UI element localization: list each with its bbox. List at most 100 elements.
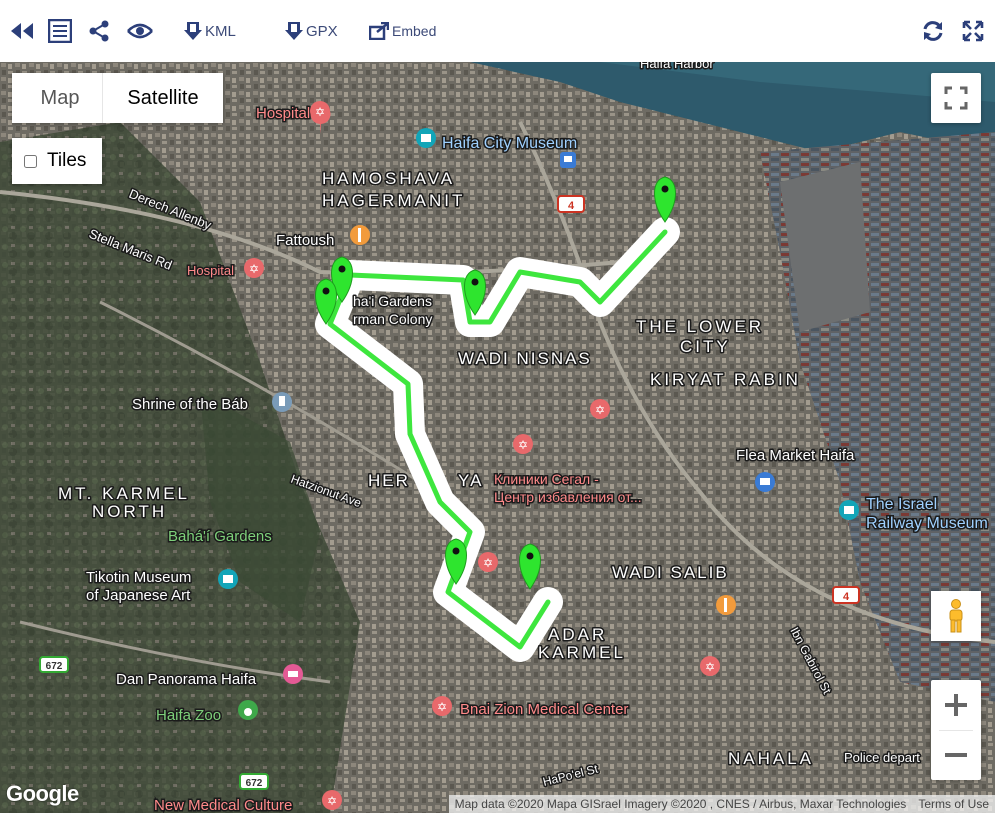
label-police: Police depart xyxy=(844,750,920,765)
label-city: CITY xyxy=(680,337,731,356)
refresh-button[interactable] xyxy=(922,14,944,48)
label-fattoush: Fattoush xyxy=(276,232,334,249)
toolbar: KML GPX Embed xyxy=(0,0,995,62)
svg-text:✡: ✡ xyxy=(705,660,715,674)
hospital-icon: ✡ xyxy=(432,696,452,716)
label-city-museum: Haifa City Museum xyxy=(442,135,577,152)
label-shrine: Shrine of the Báb xyxy=(132,396,248,413)
label-mt-karmel: MT. KARMEL xyxy=(58,484,190,503)
label-kiryat-rabin: KIRYAT RABIN xyxy=(650,370,801,389)
svg-text:672: 672 xyxy=(46,661,63,672)
pegman-icon xyxy=(949,599,963,633)
zoom-control xyxy=(931,680,981,780)
hospital-icon: ✡ xyxy=(590,399,610,419)
embed-button[interactable]: Embed xyxy=(369,14,436,48)
hospital-icon: ✡ xyxy=(244,258,264,278)
label-nahala: NAHALA xyxy=(728,749,814,768)
rewind-icon xyxy=(11,23,33,39)
hospital-icon: ✡ xyxy=(513,434,533,454)
label-hagermanit: HAGERMANIT xyxy=(322,191,465,210)
map-type-map-button[interactable]: Map xyxy=(12,73,103,123)
svg-text:✡: ✡ xyxy=(518,438,528,452)
expand-icon xyxy=(962,20,984,42)
expand-button[interactable] xyxy=(962,14,984,48)
label-israel-railway-1: The Israel xyxy=(866,496,937,513)
embed-label: Embed xyxy=(392,23,437,39)
svg-text:4: 4 xyxy=(843,591,850,603)
label-hamoshava: HAMOSHAVA xyxy=(322,169,455,188)
google-logo: Google xyxy=(6,781,79,806)
road-shield-4b: 4 xyxy=(832,586,860,604)
minus-icon xyxy=(945,753,967,757)
list-icon xyxy=(48,19,72,43)
svg-text:✡: ✡ xyxy=(595,403,605,417)
gpx-label: GPX xyxy=(306,22,338,40)
label-clinic-1: Клиники Сегал - xyxy=(494,471,599,487)
zoom-out-button[interactable] xyxy=(931,730,981,780)
svg-text:✡: ✡ xyxy=(315,105,325,119)
label-bnai-zion: Bnai Zion Medical Center xyxy=(460,701,628,718)
svg-text:✡: ✡ xyxy=(483,556,493,570)
hospital-icon: ✡ xyxy=(700,656,720,676)
fullscreen-icon xyxy=(944,86,968,110)
label-ya: YA xyxy=(458,471,483,490)
label-wadi-nisnas: WADI NISNAS xyxy=(458,349,592,368)
map-type-satellite-button[interactable]: Satellite xyxy=(103,73,223,123)
gpx-download-button[interactable]: GPX xyxy=(285,14,338,48)
label-wadi-salib: WADI SALIB xyxy=(612,563,729,582)
svg-text:✡: ✡ xyxy=(327,794,337,808)
label-lower: THE LOWER xyxy=(636,317,764,336)
label-tikotin-1: Tikotin Museum xyxy=(86,569,191,586)
zoo-icon xyxy=(238,700,258,720)
zoom-in-button[interactable] xyxy=(931,680,981,730)
label-her: HER xyxy=(368,471,410,490)
kml-download-button[interactable]: KML xyxy=(184,14,236,48)
download-icon xyxy=(285,22,303,40)
restaurant-icon xyxy=(716,595,736,615)
map-view[interactable]: Haifa Harbor Hospital Haifa City Museum … xyxy=(0,62,995,813)
download-icon xyxy=(184,22,202,40)
train-icon xyxy=(560,152,576,168)
label-karmel: KARMEL xyxy=(538,643,626,662)
svg-text:✡: ✡ xyxy=(437,700,447,714)
attribution-bar: Map data ©2020 Mapa GISrael Imagery ©202… xyxy=(448,795,995,813)
map-type-control: Map Satellite xyxy=(12,73,223,123)
back-button[interactable] xyxy=(9,14,35,48)
label-bahai-gardens: Bahá'í Gardens xyxy=(168,528,272,545)
label-dan-panorama: Dan Panorama Haifa xyxy=(116,671,257,688)
road-shield-4a: 4 xyxy=(557,195,585,213)
map-data-attribution: Map data ©2020 Mapa GISrael Imagery ©202… xyxy=(448,795,913,813)
embed-icon xyxy=(369,22,389,40)
tiles-checkbox[interactable] xyxy=(24,154,37,168)
label-hospital-1: Hospital xyxy=(256,105,310,122)
list-button[interactable] xyxy=(48,14,72,48)
street-view-pegman[interactable] xyxy=(931,591,981,641)
eye-icon xyxy=(127,23,153,39)
tiles-control: Tiles xyxy=(12,138,102,184)
plus-icon xyxy=(945,694,967,716)
museum-icon xyxy=(218,569,238,589)
road-shield-672a: 672 xyxy=(39,656,69,673)
satellite-imagery: Haifa Harbor Hospital Haifa City Museum … xyxy=(0,62,995,813)
shrine-icon xyxy=(272,392,292,412)
svg-text:4: 4 xyxy=(568,200,575,212)
label-new-medical: New Medical Culture xyxy=(154,797,292,813)
label-north: NORTH xyxy=(92,502,167,521)
label-gardens: ha'i Gardens xyxy=(353,293,432,309)
label-clinic-2: Центр избавления от... xyxy=(494,489,642,505)
restaurant-icon xyxy=(350,225,370,245)
label-israel-railway-2: Railway Museum xyxy=(866,515,988,532)
label-hadar: ADAR xyxy=(548,625,607,644)
shopping-icon xyxy=(755,472,775,492)
svg-text:672: 672 xyxy=(246,778,263,789)
share-button[interactable] xyxy=(88,14,110,48)
zoom-divider xyxy=(939,730,973,731)
hospital-icon: ✡ xyxy=(322,790,342,810)
view-button[interactable] xyxy=(127,14,153,48)
museum-icon xyxy=(839,500,859,520)
share-icon xyxy=(89,20,109,42)
kml-label: KML xyxy=(205,22,236,40)
terms-of-use-link[interactable]: Terms of Use xyxy=(912,795,995,813)
label-tikotin-2: of Japanese Art xyxy=(86,587,191,604)
fullscreen-button[interactable] xyxy=(931,73,981,123)
